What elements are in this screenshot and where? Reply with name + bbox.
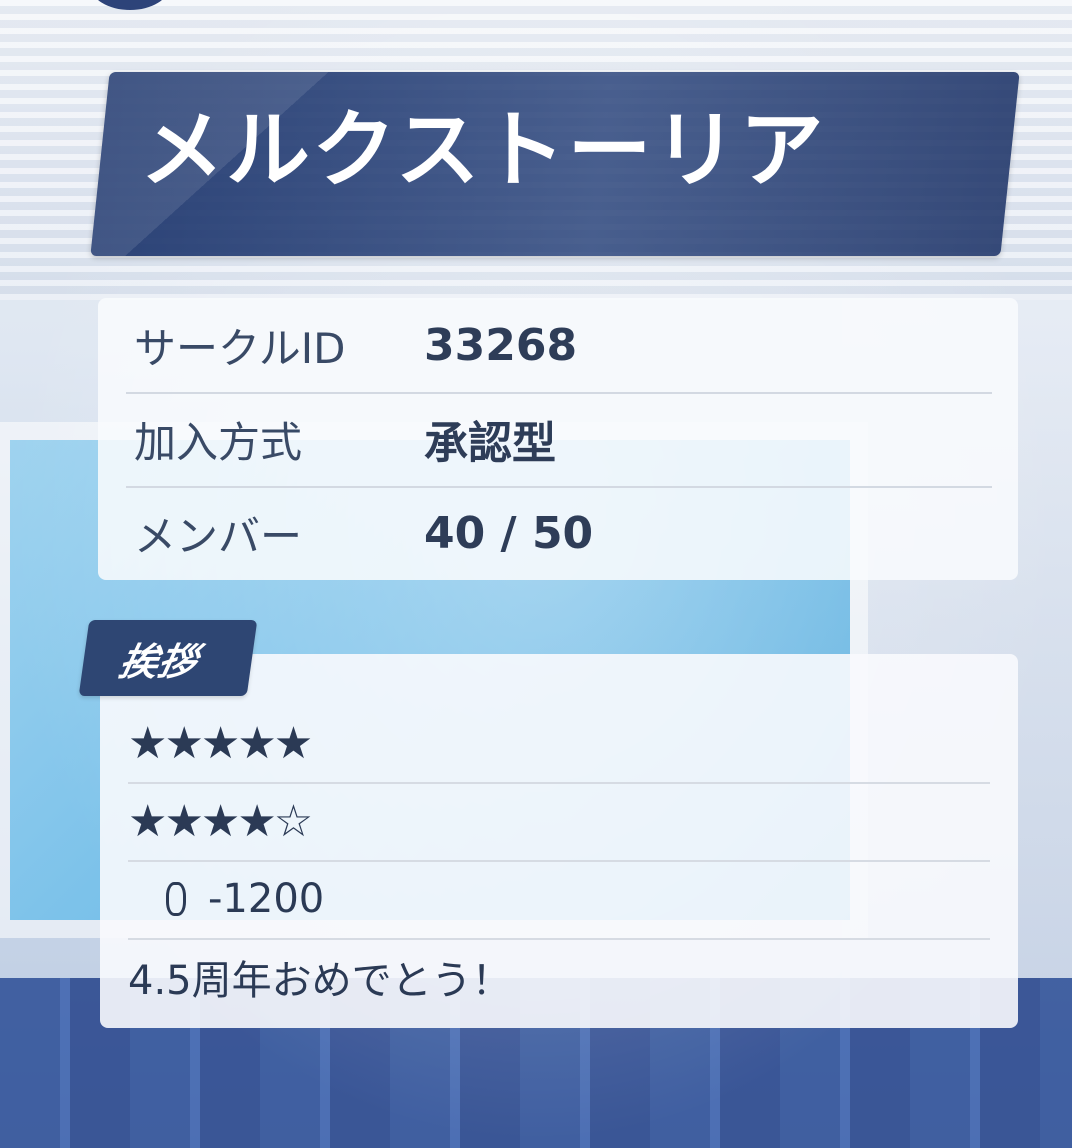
- greeting-line-jewel: -1200: [128, 860, 990, 940]
- circle-name: メルクストーリア: [140, 101, 826, 199]
- info-label: 加入方式: [134, 417, 303, 467]
- info-label: サークルID: [134, 323, 346, 373]
- greeting-tab: 挨拶: [78, 620, 258, 696]
- circle-info-card: サークルID 33268 加入方式 承認型 メンバー 40 / 50: [98, 298, 1018, 580]
- info-row-members: メンバー 40 / 50: [126, 486, 992, 580]
- greeting-line: 4.5周年おめでとう！: [128, 958, 512, 1004]
- jewel-icon: [166, 882, 186, 916]
- greeting-line: ★★★★☆: [128, 782, 990, 862]
- info-row-circle-id: サークルID 33268: [126, 298, 992, 394]
- info-label: メンバー: [134, 511, 303, 561]
- info-value: 33268: [424, 319, 578, 371]
- greeting-tab-label: 挨拶: [115, 639, 201, 684]
- greeting-line: ★★★★★: [128, 704, 990, 784]
- info-value: 承認型: [424, 418, 556, 469]
- info-row-join-method: 加入方式 承認型: [126, 392, 992, 488]
- info-value: 40 / 50: [424, 507, 594, 559]
- greeting-line-text: -1200: [208, 876, 325, 922]
